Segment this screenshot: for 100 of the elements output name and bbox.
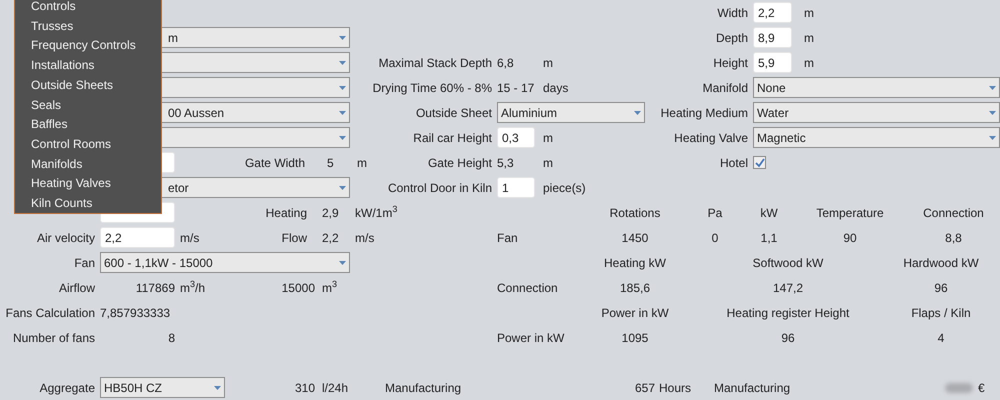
column-header: Heating kW	[604, 256, 666, 268]
table-cell: 147,2	[772, 282, 804, 294]
table-cell: 1,1	[760, 232, 778, 244]
caret-icon	[989, 110, 996, 114]
field-value: 310	[294, 382, 315, 394]
field-value: 8	[168, 332, 175, 344]
text-field[interactable]: 2,2	[100, 227, 175, 248]
menu-item[interactable]: Installations	[15, 55, 161, 75]
caret-icon	[339, 86, 346, 90]
field-label: Airflow	[58, 282, 95, 294]
unit-label: m$^{3}$	[322, 282, 338, 294]
table-cell: 0	[712, 232, 718, 244]
column-header: Connection	[923, 206, 984, 218]
dropdown[interactable]: None	[753, 77, 1000, 98]
field-label: Number of fans	[12, 332, 95, 344]
unit-label: kW/1m$^{3}$	[355, 206, 398, 218]
text-field[interactable]: 2,2	[753, 2, 792, 23]
table-cell: 1095	[622, 332, 648, 344]
menu-item[interactable]: Control Rooms	[15, 134, 161, 154]
dropdown[interactable]: 600 - 1,1kW - 15000	[100, 252, 350, 273]
column-header: Power in kW	[601, 306, 669, 318]
field-label: Fan	[74, 256, 95, 268]
text-field[interactable]: 1	[497, 177, 535, 198]
row-label: Fan	[497, 232, 518, 244]
text-field[interactable]: 8,9	[753, 27, 792, 48]
dropdown[interactable]: HB50H CZ	[100, 377, 225, 398]
column-header: kW	[760, 206, 778, 218]
table-cell: 1450	[622, 232, 648, 244]
field-label: Control Door in Kiln	[388, 182, 492, 194]
unit-label: m	[804, 56, 814, 68]
field-label: Depth	[716, 32, 748, 44]
field-value: 117869	[136, 282, 175, 294]
field-label: Heating	[266, 206, 307, 218]
caret-icon	[339, 60, 346, 64]
column-header: Pa	[708, 206, 722, 218]
field-value: 15 - 17	[497, 82, 534, 94]
caret-icon	[339, 110, 346, 114]
unit-label: Hours	[659, 382, 692, 394]
column-header: Flaps / Kiln	[911, 306, 971, 318]
text-field[interactable]: 0,3	[497, 127, 535, 148]
field-label: Heating Medium	[660, 106, 748, 118]
field-label: Height	[713, 56, 748, 68]
unit-label: m	[543, 132, 553, 144]
checkbox[interactable]	[753, 156, 766, 169]
unit-label: m/s	[355, 232, 374, 244]
unit-label: m	[543, 156, 553, 168]
menu-item[interactable]: Outside Sheets	[15, 74, 161, 95]
dropdown[interactable]: Water	[753, 102, 1000, 123]
table-cell: 96	[934, 282, 948, 294]
unit-label: m	[804, 32, 814, 44]
field-label: Drying Time 60% - 8%	[372, 82, 492, 94]
unit-label: l/24h	[322, 382, 348, 394]
column-header: Temperature	[816, 206, 884, 218]
field-label: Hotel	[720, 156, 748, 168]
caret-icon	[989, 86, 996, 90]
row-label: Connection	[497, 282, 558, 294]
field-value: 6,8	[497, 56, 514, 68]
redacted-value	[945, 382, 973, 392]
column-header: Heating register Height	[726, 306, 850, 318]
unit-label: piece(s)	[543, 182, 586, 194]
column-header: Hardwood kW	[903, 256, 979, 268]
table-cell: 8,8	[945, 232, 962, 244]
caret-icon	[339, 136, 346, 140]
unit-label: m	[357, 156, 367, 168]
menu-item[interactable]: Manifolds	[15, 154, 161, 174]
unit-label: m$^{3}$/h	[180, 282, 206, 294]
field-label: Manufacturing	[714, 382, 790, 394]
field-label: Maximal Stack Depth	[378, 56, 492, 68]
caret-icon	[339, 260, 346, 264]
field-value: 5,3	[497, 156, 514, 168]
unit-label: m	[804, 6, 814, 18]
field-value: 657	[634, 382, 655, 394]
unit-label: m	[543, 56, 553, 68]
menu-item[interactable]: Controls	[15, 0, 161, 16]
field-value: 5	[327, 156, 334, 168]
field-label: Gate Width	[244, 156, 305, 168]
column-header: Rotations	[610, 206, 660, 218]
field-label: Rail car Height	[413, 132, 492, 144]
field-label: Manifold	[702, 82, 748, 94]
dropdown[interactable]: Magnetic	[753, 127, 1000, 148]
field-value: 2,2	[322, 232, 339, 244]
table-cell: 90	[843, 232, 857, 244]
field-label: Heating Valve	[674, 132, 748, 144]
table-cell: 96	[781, 332, 795, 344]
table-cell: 185,6	[620, 282, 650, 294]
text-field[interactable]: 5,9	[753, 52, 792, 73]
column-header: Softwood kW	[752, 256, 824, 268]
currency-label: €	[978, 382, 985, 394]
field-label: Width	[717, 6, 748, 18]
field-label: Flow	[282, 232, 307, 244]
row-label: Power in kW	[497, 332, 564, 344]
field-value: 15000	[282, 282, 315, 294]
dropdown[interactable]: Aluminium	[497, 102, 645, 123]
field-value: 2,9	[322, 206, 339, 218]
field-label: Aggregate	[40, 382, 95, 394]
unit-label: days	[543, 82, 568, 94]
table-cell: 4	[938, 332, 944, 344]
caret-icon	[214, 386, 221, 390]
field-label: Air velocity	[36, 232, 95, 244]
field-label: Manufacturing	[385, 382, 462, 394]
